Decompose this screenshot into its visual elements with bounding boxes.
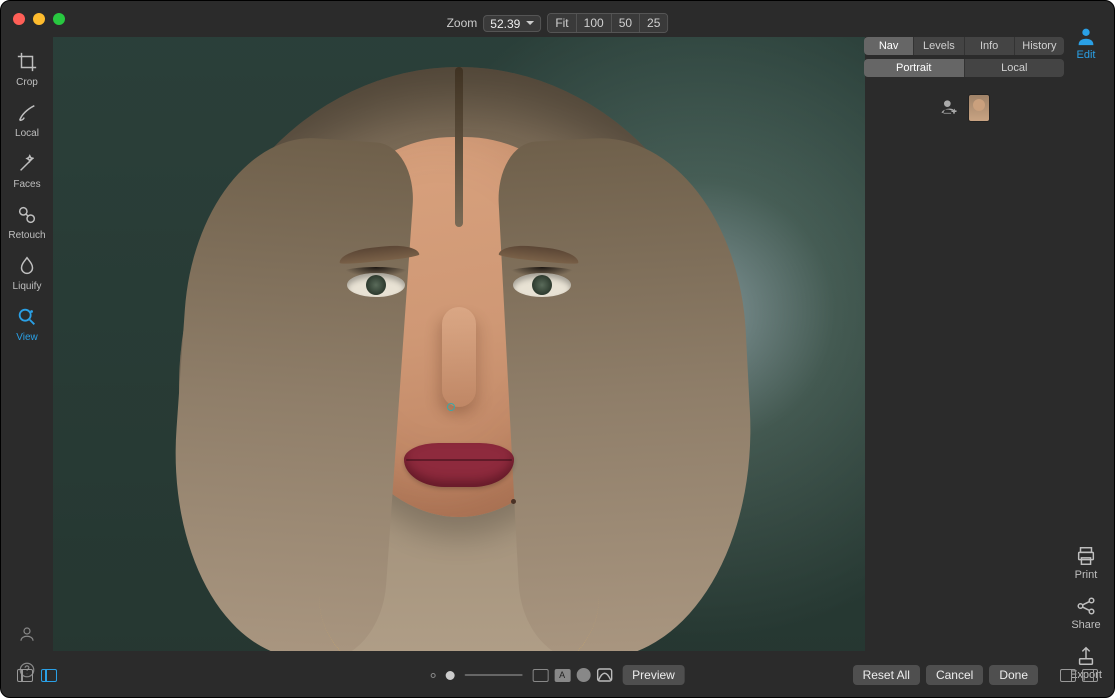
edit-label: Edit — [1077, 49, 1096, 61]
brush-icon — [16, 102, 38, 124]
zoom-select[interactable]: 52.39 — [483, 15, 541, 32]
view-rect-icon[interactable] — [532, 669, 548, 682]
tab-nav[interactable]: Nav — [864, 37, 914, 55]
portrait-hair-right — [496, 131, 763, 651]
bottom-center: A Preview — [430, 665, 685, 685]
print-icon — [1075, 545, 1097, 567]
zoom-preset-fit[interactable]: Fit — [548, 14, 576, 32]
zoom-value: 52.39 — [490, 17, 520, 31]
zoom-preset-50[interactable]: 50 — [612, 14, 640, 32]
right-panel: Nav Levels Info History Portrait Local — [864, 9, 1064, 135]
dot-large[interactable] — [445, 671, 454, 680]
portrait-eye-right — [513, 273, 571, 297]
tool-label: View — [16, 332, 38, 343]
tool-view[interactable]: View — [16, 306, 38, 343]
dot-small[interactable] — [430, 673, 435, 678]
tool-local[interactable]: Local — [15, 102, 39, 139]
portrait-nosering — [447, 403, 455, 411]
add-face-button[interactable] — [939, 97, 959, 120]
right-subtabs: Portrait Local — [864, 59, 1064, 77]
share-label: Share — [1071, 619, 1100, 631]
preview-button[interactable]: Preview — [622, 665, 685, 685]
faces-row — [864, 81, 1064, 135]
share-button[interactable]: Share — [1071, 595, 1100, 631]
tool-label: Local — [15, 128, 39, 139]
portrait-lipline — [406, 459, 512, 461]
window-controls — [13, 13, 65, 25]
view-mode-icons: A — [532, 668, 612, 682]
size-slider[interactable] — [464, 674, 522, 676]
person-edit-icon — [1075, 25, 1097, 47]
face-thumbnail[interactable] — [969, 95, 989, 121]
portrait-lips — [404, 443, 514, 487]
wand-icon — [16, 153, 38, 175]
right-tabs: Nav Levels Info History — [864, 37, 1064, 55]
subtab-portrait[interactable]: Portrait — [864, 59, 965, 77]
portrait-mole — [511, 499, 516, 504]
zoom-preset-100[interactable]: 100 — [577, 14, 612, 32]
done-button[interactable]: Done — [989, 665, 1038, 685]
bottom-left-layout — [17, 669, 57, 682]
layout-panel-left[interactable] — [17, 669, 33, 682]
view-a-icon[interactable]: A — [554, 669, 570, 682]
edit-mode-button[interactable]: Edit — [1075, 25, 1097, 61]
liquify-icon — [16, 255, 38, 277]
subtab-local[interactable]: Local — [965, 59, 1065, 77]
tool-label: Crop — [16, 77, 38, 88]
bottom-bar: A Preview Reset All Cancel Done — [17, 663, 1098, 687]
portrait-nose — [442, 307, 476, 407]
layout-panel-left-active[interactable] — [41, 669, 57, 682]
crop-icon — [16, 51, 38, 73]
person-outline-icon[interactable] — [18, 625, 36, 643]
tool-label: Faces — [13, 179, 40, 190]
share-icon — [1075, 595, 1097, 617]
zoom-label: Zoom — [447, 16, 478, 30]
view-icon — [16, 306, 38, 328]
minimize-dot[interactable] — [33, 13, 45, 25]
portrait-necklace — [319, 597, 599, 651]
portrait-eye-left — [347, 273, 405, 297]
zoom-presets: Fit 100 50 25 — [547, 13, 668, 33]
image-canvas[interactable] — [53, 37, 865, 651]
close-dot[interactable] — [13, 13, 25, 25]
zoom-bar: Zoom 52.39 Fit 100 50 25 — [447, 13, 669, 33]
view-circle-icon[interactable] — [576, 668, 590, 682]
tool-crop[interactable]: Crop — [16, 51, 38, 88]
retouch-icon — [16, 204, 38, 226]
print-button[interactable]: Print — [1075, 545, 1098, 581]
tool-label: Retouch — [8, 230, 45, 241]
layout-panel-right-2[interactable] — [1082, 669, 1098, 682]
tab-history[interactable]: History — [1015, 37, 1064, 55]
right-edge: Edit Print Share Export — [1068, 25, 1104, 61]
maximize-dot[interactable] — [53, 13, 65, 25]
zoom-preset-25[interactable]: 25 — [640, 14, 667, 32]
tool-faces[interactable]: Faces — [13, 153, 40, 190]
tool-liquify[interactable]: Liquify — [13, 255, 42, 292]
portrait-hair-left — [161, 130, 417, 651]
tab-levels[interactable]: Levels — [914, 37, 964, 55]
tool-sidebar: Crop Local Faces Retouch Liquify View — [1, 41, 53, 343]
view-curve-icon[interactable] — [596, 668, 612, 682]
bottom-right: Reset All Cancel Done — [853, 665, 1098, 685]
portrait-hair-part — [455, 67, 463, 227]
layout-panel-right[interactable] — [1060, 669, 1076, 682]
cancel-button[interactable]: Cancel — [926, 665, 983, 685]
tab-info[interactable]: Info — [965, 37, 1015, 55]
reset-all-button[interactable]: Reset All — [853, 665, 920, 685]
print-label: Print — [1075, 569, 1098, 581]
add-person-icon — [939, 97, 959, 117]
tool-label: Liquify — [13, 281, 42, 292]
tool-retouch[interactable]: Retouch — [8, 204, 45, 241]
